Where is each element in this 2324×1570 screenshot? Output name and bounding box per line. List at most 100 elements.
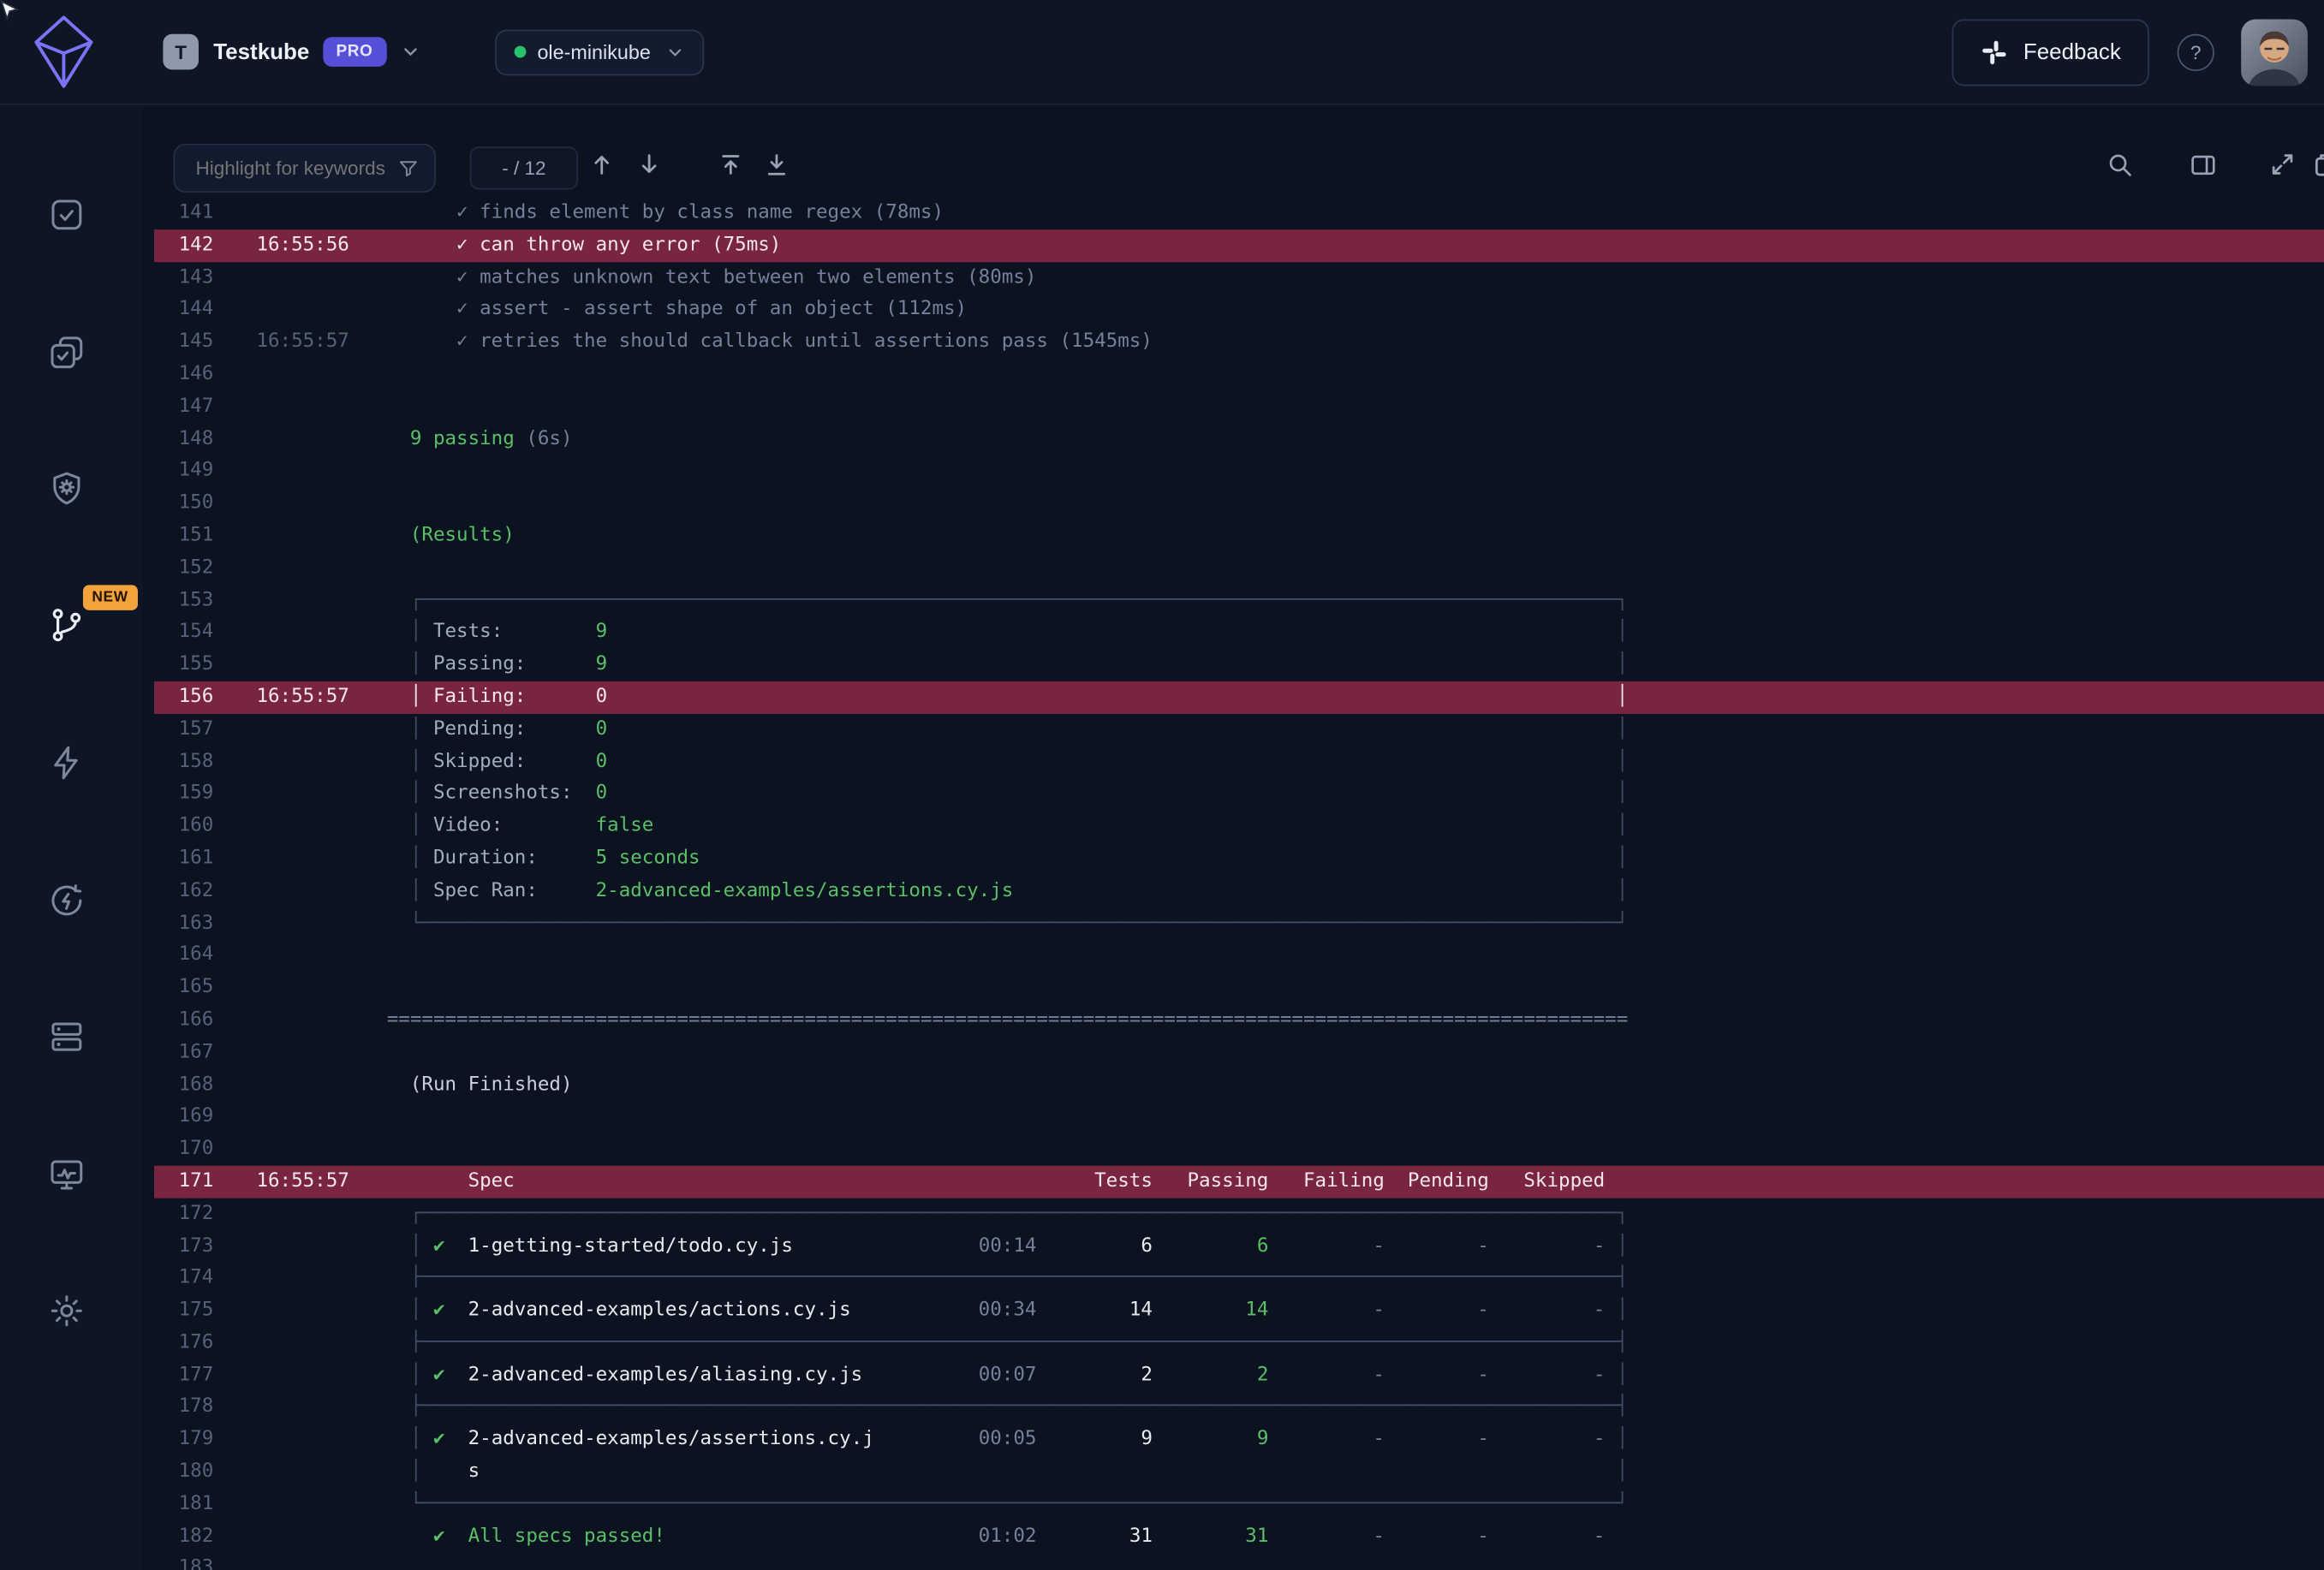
keyword-highlight-input[interactable] — [174, 144, 436, 193]
line-content: │ ✔ 2-advanced-examples/actions.cy.js 00… — [387, 1294, 1629, 1327]
sidebar-nav: NEW — [0, 105, 144, 1570]
app-window: T Testkube PRO ole-minikube Feedba — [0, 0, 2324, 1570]
line-content: │ Failing: 0 │ — [387, 681, 1629, 714]
sidebar-item-webhooks[interactable] — [34, 871, 99, 936]
log-line[interactable]: 164 — [154, 940, 2324, 972]
log-line[interactable]: 158 │ Skipped: 0 │ — [154, 746, 2324, 778]
log-line[interactable]: 177 │ ✔ 2-advanced-examples/aliasing.cy.… — [154, 1359, 2324, 1392]
top-bar: T Testkube PRO ole-minikube Feedba — [0, 0, 2324, 105]
sidebar-item-executors[interactable] — [34, 459, 99, 524]
fit-width-icon[interactable] — [2188, 150, 2218, 180]
line-timestamp — [256, 1037, 361, 1069]
log-line[interactable]: 165 — [154, 972, 2324, 1004]
sidebar-item-triggers[interactable] — [34, 733, 99, 798]
log-line[interactable]: 170 — [154, 1133, 2324, 1166]
line-number: 151 — [154, 520, 213, 552]
sidebar-item-tests[interactable] — [34, 185, 99, 250]
line-timestamp — [256, 972, 361, 1004]
previous-match-button[interactable] — [587, 150, 617, 180]
log-line[interactable]: 160 │ Video: false │ — [154, 811, 2324, 843]
org-chevron-down-icon[interactable] — [399, 41, 420, 62]
log-line[interactable]: 173 │ ✔ 1-getting-started/todo.cy.js 00:… — [154, 1230, 2324, 1263]
next-match-button[interactable] — [635, 150, 664, 180]
copy-log-icon[interactable] — [2309, 150, 2324, 180]
line-number: 149 — [154, 455, 213, 488]
line-number: 146 — [154, 359, 213, 391]
log-line[interactable]: 174 ├───────────────────────────────────… — [154, 1263, 2324, 1295]
search-icon[interactable] — [2105, 150, 2135, 180]
log-line[interactable]: 176 ├───────────────────────────────────… — [154, 1327, 2324, 1359]
log-line[interactable]: 183 — [154, 1553, 2324, 1570]
line-number: 160 — [154, 811, 213, 843]
log-line[interactable]: 148 9 passing (6s) — [154, 423, 2324, 455]
log-line[interactable]: 152 — [154, 552, 2324, 585]
log-line[interactable]: 146 — [154, 359, 2324, 391]
line-content: ├───────────────────────────────────────… — [387, 1391, 1629, 1424]
sidebar-item-test-suites[interactable] — [34, 323, 99, 388]
line-content: (Results) — [387, 520, 515, 552]
line-number: 183 — [154, 1553, 213, 1570]
git-branch-icon — [47, 605, 86, 651]
log-line[interactable]: 153 ┌───────────────────────────────────… — [154, 585, 2324, 617]
log-line[interactable]: 162 │ Spec Ran: 2-advanced-examples/asse… — [154, 875, 2324, 907]
line-number: 175 — [154, 1294, 213, 1327]
log-line[interactable]: 163 └───────────────────────────────────… — [154, 907, 2324, 940]
sidebar-item-services[interactable] — [34, 1008, 99, 1073]
line-timestamp — [256, 262, 361, 294]
org-avatar[interactable]: T — [163, 34, 199, 70]
log-line[interactable]: 157 │ Pending: 0 │ — [154, 714, 2324, 746]
log-line[interactable]: 14216:55:56 ✓ can throw any error (75ms) — [154, 229, 2324, 262]
log-line[interactable]: 182 ✔ All specs passed! 01:02 31 31 - - … — [154, 1520, 2324, 1553]
feedback-button[interactable]: Feedback — [1952, 19, 2149, 86]
log-line[interactable]: 175 │ ✔ 2-advanced-examples/actions.cy.j… — [154, 1294, 2324, 1327]
line-number: 171 — [154, 1165, 213, 1198]
keyword-input-field[interactable] — [193, 156, 397, 181]
filter-funnel-icon[interactable] — [397, 157, 420, 179]
line-number: 180 — [154, 1456, 213, 1489]
log-line[interactable]: 178 ├───────────────────────────────────… — [154, 1391, 2324, 1424]
log-line[interactable]: 179 │ ✔ 2-advanced-examples/assertions.c… — [154, 1424, 2324, 1456]
log-line[interactable]: 14516:55:57 ✓ retries the should callbac… — [154, 326, 2324, 359]
log-line[interactable]: 181 └───────────────────────────────────… — [154, 1489, 2324, 1521]
scroll-to-top-button[interactable] — [716, 150, 746, 180]
log-line[interactable]: 141 ✓ finds element by class name regex … — [154, 197, 2324, 229]
log-line[interactable]: 144 ✓ assert - assert shape of an object… — [154, 294, 2324, 326]
new-feature-badge: NEW — [83, 585, 137, 610]
log-line[interactable]: 15616:55:57 │ Failing: 0 │ — [154, 681, 2324, 714]
log-line[interactable]: 159 │ Screenshots: 0 │ — [154, 778, 2324, 811]
log-line[interactable]: 151 (Results) — [154, 520, 2324, 552]
line-number: 144 — [154, 294, 213, 326]
log-line[interactable]: 155 │ Passing: 9 │ — [154, 649, 2324, 681]
lightning-circle-icon — [47, 881, 86, 927]
sidebar-item-settings[interactable] — [34, 1282, 99, 1347]
user-avatar[interactable] — [2241, 19, 2308, 86]
log-line[interactable]: 166=====================================… — [154, 1004, 2324, 1037]
log-line[interactable]: 149 — [154, 455, 2324, 488]
line-content: │ Video: false │ — [387, 811, 1629, 843]
log-line[interactable]: 161 │ Duration: 5 seconds │ — [154, 842, 2324, 875]
log-line[interactable]: 143 ✓ matches unknown text between two e… — [154, 262, 2324, 294]
line-timestamp — [256, 907, 361, 940]
org-name[interactable]: Testkube — [213, 39, 309, 64]
scroll-to-bottom-button[interactable] — [762, 150, 792, 180]
line-number: 168 — [154, 1068, 213, 1101]
fullscreen-icon[interactable] — [2267, 150, 2297, 180]
log-line[interactable]: 17116:55:57 Spec Tests Passing Failing P… — [154, 1165, 2324, 1198]
log-line[interactable]: 150 — [154, 488, 2324, 520]
help-button[interactable]: ? — [2178, 33, 2214, 70]
line-content: ✓ matches unknown text between two eleme… — [387, 262, 1037, 294]
log-line[interactable]: 147 — [154, 390, 2324, 423]
log-line[interactable]: 154 │ Tests: 9 │ — [154, 616, 2324, 649]
line-number: 163 — [154, 907, 213, 940]
log-line[interactable]: 180 │ s │ — [154, 1456, 2324, 1489]
environment-selector[interactable]: ole-minikube — [494, 29, 704, 75]
log-line[interactable]: 168 (Run Finished) — [154, 1068, 2324, 1101]
log-line[interactable]: 169 — [154, 1101, 2324, 1133]
log-line[interactable]: 172 ┌───────────────────────────────────… — [154, 1198, 2324, 1230]
line-timestamp — [256, 552, 361, 585]
log-line[interactable]: 167 — [154, 1037, 2324, 1069]
testkube-logo-icon[interactable] — [30, 14, 98, 91]
sidebar-item-status-pages[interactable] — [34, 1145, 99, 1210]
feedback-label: Feedback — [2023, 39, 2121, 64]
line-timestamp — [256, 1068, 361, 1101]
